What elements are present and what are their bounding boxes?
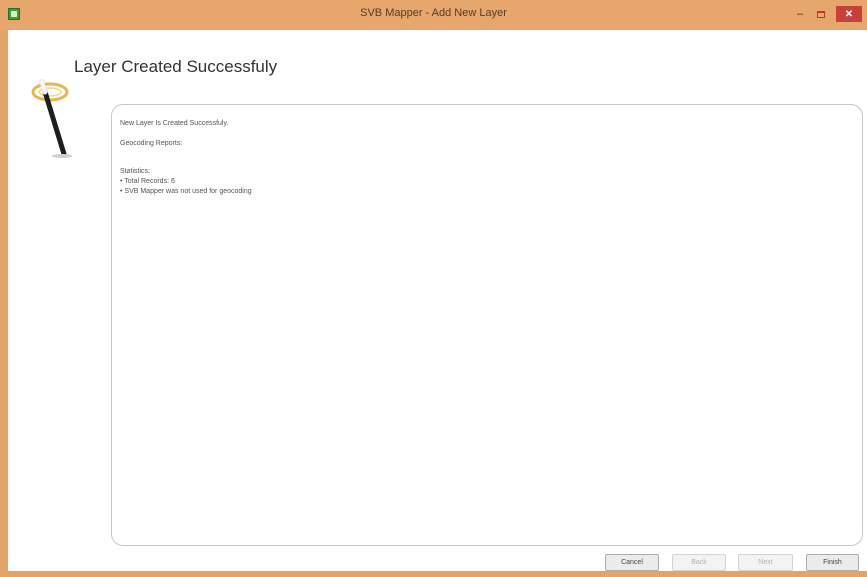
report-geocoding-note: • SVB Mapper was not used for geocoding (120, 188, 252, 195)
maximize-button[interactable] (812, 6, 830, 22)
page-title: Layer Created Successfuly (74, 57, 278, 76)
back-button[interactable]: Back (672, 554, 726, 571)
title-bar: SVB Mapper - Add New Layer – ✕ (0, 0, 867, 30)
report-statistics-label: Statistics: (120, 168, 150, 175)
report-heading-line: Geocoding Reports: (120, 140, 183, 147)
close-icon: ✕ (844, 8, 854, 20)
finish-button[interactable]: Finish (806, 554, 859, 571)
cancel-button[interactable]: Cancel (605, 554, 659, 571)
maximize-icon (817, 10, 825, 18)
next-button[interactable]: Next (738, 554, 793, 571)
report-status-line: New Layer Is Created Successfuly. (120, 120, 229, 127)
magic-wand-icon (31, 79, 72, 158)
minimize-button[interactable]: – (791, 6, 809, 22)
close-button[interactable]: ✕ (836, 6, 862, 22)
window-title: SVB Mapper - Add New Layer (360, 7, 507, 19)
minimize-icon: – (796, 8, 804, 20)
report-text: New Layer Is Created Successfuly. Geocod… (120, 119, 252, 197)
report-total-records: • Total Records: 6 (120, 178, 175, 185)
